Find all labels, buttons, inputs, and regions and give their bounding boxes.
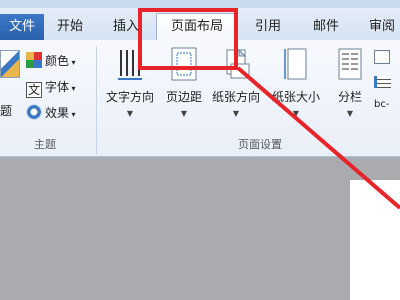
themes-label: 题	[0, 104, 13, 118]
orientation-label: 纸张方向	[211, 90, 260, 104]
chevron-down-icon: ▼	[346, 109, 354, 118]
themes-button[interactable]: 题	[0, 50, 22, 118]
theme-effects-button[interactable]: 效果 ▾	[26, 102, 76, 124]
tab-mailings[interactable]: 邮件	[306, 14, 346, 40]
breaks-button[interactable]	[374, 46, 400, 68]
hyphenation-button[interactable]: bc-	[374, 94, 400, 116]
theme-fonts-button[interactable]: 文字体 ▾	[26, 76, 76, 98]
chevron-down-icon: ▼	[126, 109, 134, 118]
hyphenation-label: bc-	[374, 99, 390, 110]
line-numbers-button[interactable]	[374, 70, 400, 92]
page-size-icon	[284, 48, 307, 80]
themes-icon	[0, 50, 20, 78]
theme-colors-button[interactable]: 颜色 ▾	[26, 50, 76, 72]
size-button[interactable]: 纸张大小 ▼	[266, 46, 326, 126]
theme-group-label: 主题	[34, 138, 56, 151]
tab-review[interactable]: 审阅	[362, 14, 400, 40]
text-direction-label: 文字方向	[105, 90, 154, 104]
size-label: 纸张大小	[271, 90, 320, 104]
highlight-box	[138, 8, 238, 70]
line-numbers-icon	[374, 76, 391, 88]
theme-colors-label: 颜色	[45, 54, 70, 68]
fonts-icon: 文	[26, 82, 42, 98]
palette-icon	[26, 52, 42, 68]
columns-label: 分栏	[337, 90, 362, 104]
document-page[interactable]	[350, 180, 400, 300]
chevron-down-icon: ▼	[292, 109, 300, 118]
theme-fonts-label: 字体	[45, 80, 70, 94]
breaks-icon	[374, 50, 390, 64]
theme-effects-label: 效果	[45, 106, 70, 120]
chevron-down-icon: ▼	[232, 109, 240, 118]
tab-file[interactable]: 文件	[0, 14, 44, 40]
columns-button[interactable]: 分栏 ▼	[330, 46, 370, 126]
page-setup-group-label: 页面设置	[238, 138, 282, 151]
group-separator	[96, 46, 97, 154]
document-area	[0, 157, 400, 300]
title-bar	[0, 0, 400, 8]
columns-icon	[338, 48, 362, 80]
margins-label: 页边距	[165, 90, 202, 104]
tab-home[interactable]: 开始	[48, 14, 92, 40]
chevron-down-icon: ▼	[180, 109, 188, 118]
effects-icon	[26, 104, 42, 120]
tab-references[interactable]: 引用	[248, 14, 288, 40]
